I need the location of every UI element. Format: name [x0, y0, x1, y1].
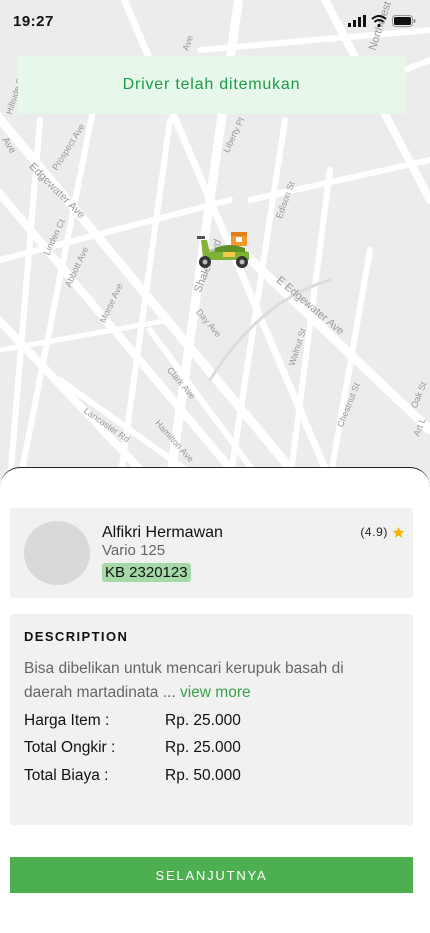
star-icon — [392, 526, 405, 538]
scooter-delivery-icon — [193, 230, 253, 270]
row-label: Harga Item : — [24, 712, 110, 729]
cellular-signal-icon — [348, 15, 366, 27]
status-bar: 19:27 — [0, 0, 430, 44]
driver-found-banner: Driver telah ditemukan — [18, 56, 405, 114]
row-value: Rp. 25.000 — [165, 712, 241, 729]
description-card: DESCRIPTION Bisa dibelikan untuk mencari… — [10, 614, 413, 825]
driver-vehicle: Vario 125 — [102, 542, 166, 559]
wifi-icon — [371, 15, 387, 27]
driver-rating: (4.9) — [360, 525, 405, 539]
license-plate-badge: KB 2320123 — [102, 563, 191, 582]
row-label: Total Biaya : — [24, 767, 109, 784]
banner-text: Driver telah ditemukan — [122, 76, 301, 93]
battery-icon — [392, 15, 416, 27]
row-label: Total Ongkir : — [24, 739, 116, 756]
avatar — [24, 521, 90, 585]
status-icons — [348, 15, 416, 27]
status-time: 19:27 — [13, 13, 54, 30]
next-button[interactable]: SELANJUTNYA — [10, 857, 413, 893]
rating-value: (4.9) — [360, 525, 388, 539]
driver-card[interactable]: Alfikri Hermawan Vario 125 KB 2320123 (4… — [10, 508, 413, 598]
row-value: Rp. 50.000 — [165, 767, 241, 784]
row-value: Rp. 25.000 — [165, 739, 241, 756]
driver-name: Alfikri Hermawan — [102, 524, 223, 541]
description-title: DESCRIPTION — [24, 629, 129, 644]
description-text: Bisa dibelikan untuk mencari kerupuk bas… — [24, 657, 394, 705]
view-more-link[interactable]: view more — [180, 684, 251, 701]
